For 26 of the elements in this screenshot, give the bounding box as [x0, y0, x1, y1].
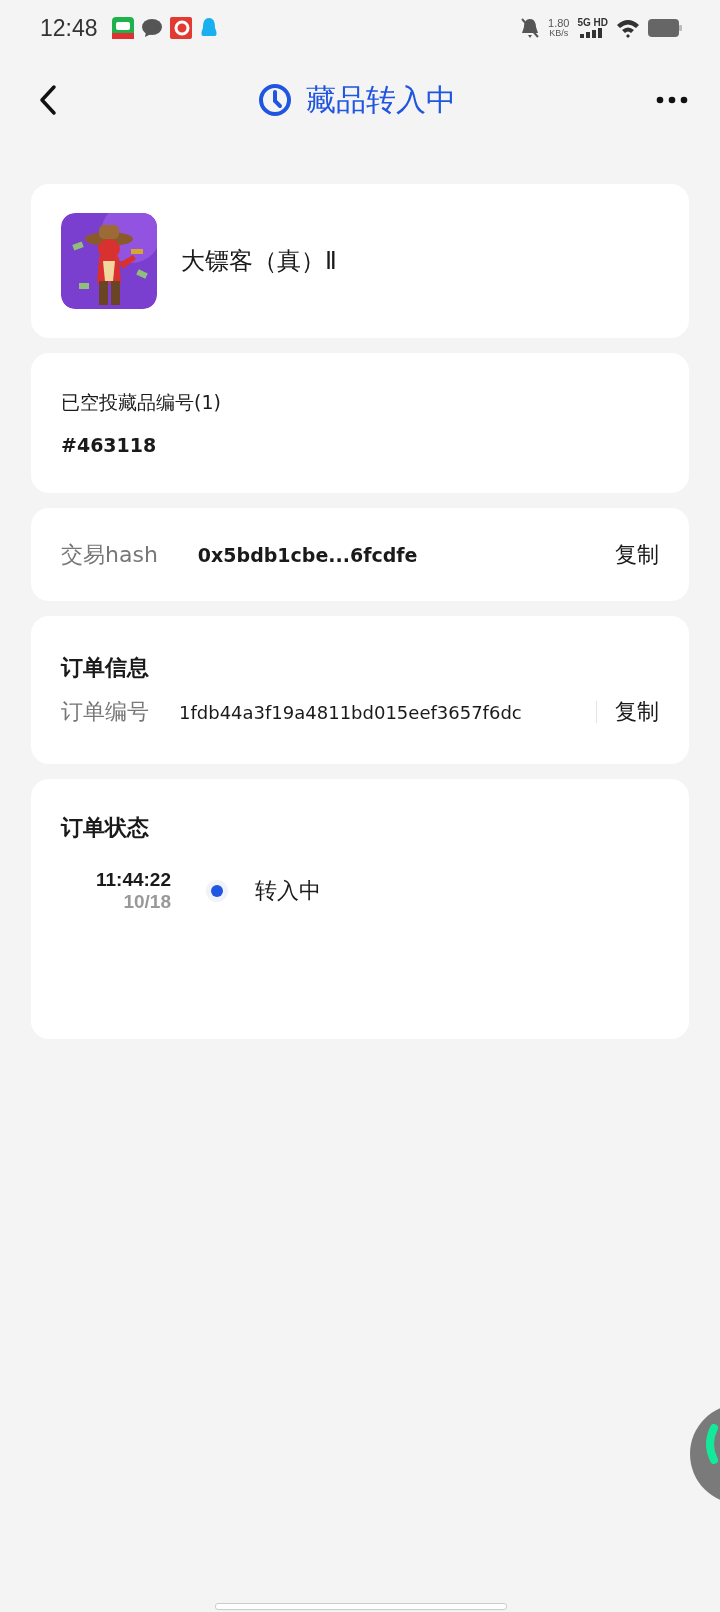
collectible-name: 大镖客（真）Ⅱ — [181, 246, 337, 277]
status-time: 12:48 — [40, 14, 98, 42]
copy-button[interactable]: 复制 — [615, 697, 659, 727]
bell-muted-icon — [520, 17, 540, 39]
order-number-label: 订单编号 — [61, 698, 149, 726]
network-speed-unit: KB/s — [549, 29, 569, 38]
page-title: 藏品转入中 — [306, 80, 456, 119]
hash-label: 交易hash — [61, 540, 158, 569]
network-speed: 1.80 — [548, 18, 570, 29]
collectible-number: #463118 — [61, 434, 158, 456]
app-icon — [169, 17, 192, 39]
battery-icon — [648, 19, 682, 37]
airdrop-label: 已空投藏品编号(1) — [61, 390, 222, 415]
app-icon — [111, 17, 134, 39]
order-number-value: 1fdb44a3f19a4811bd015eef3657f6dc — [179, 701, 523, 723]
network-type: 5G HD — [577, 18, 608, 28]
status-time: 11:44:22 — [96, 869, 171, 891]
section-title: 订单状态 — [61, 815, 149, 840]
status-text: 转入中 — [255, 877, 321, 905]
clock-icon — [258, 83, 292, 117]
wifi-icon — [616, 18, 640, 38]
section-title: 订单信息 — [61, 654, 150, 682]
status-date: 10/18 — [123, 891, 171, 913]
copy-button[interactable]: 复制 — [615, 539, 659, 570]
chat-bubble-icon — [141, 19, 162, 37]
hash-value: 0x5bdb1cbe...6fcdfe — [197, 543, 419, 566]
